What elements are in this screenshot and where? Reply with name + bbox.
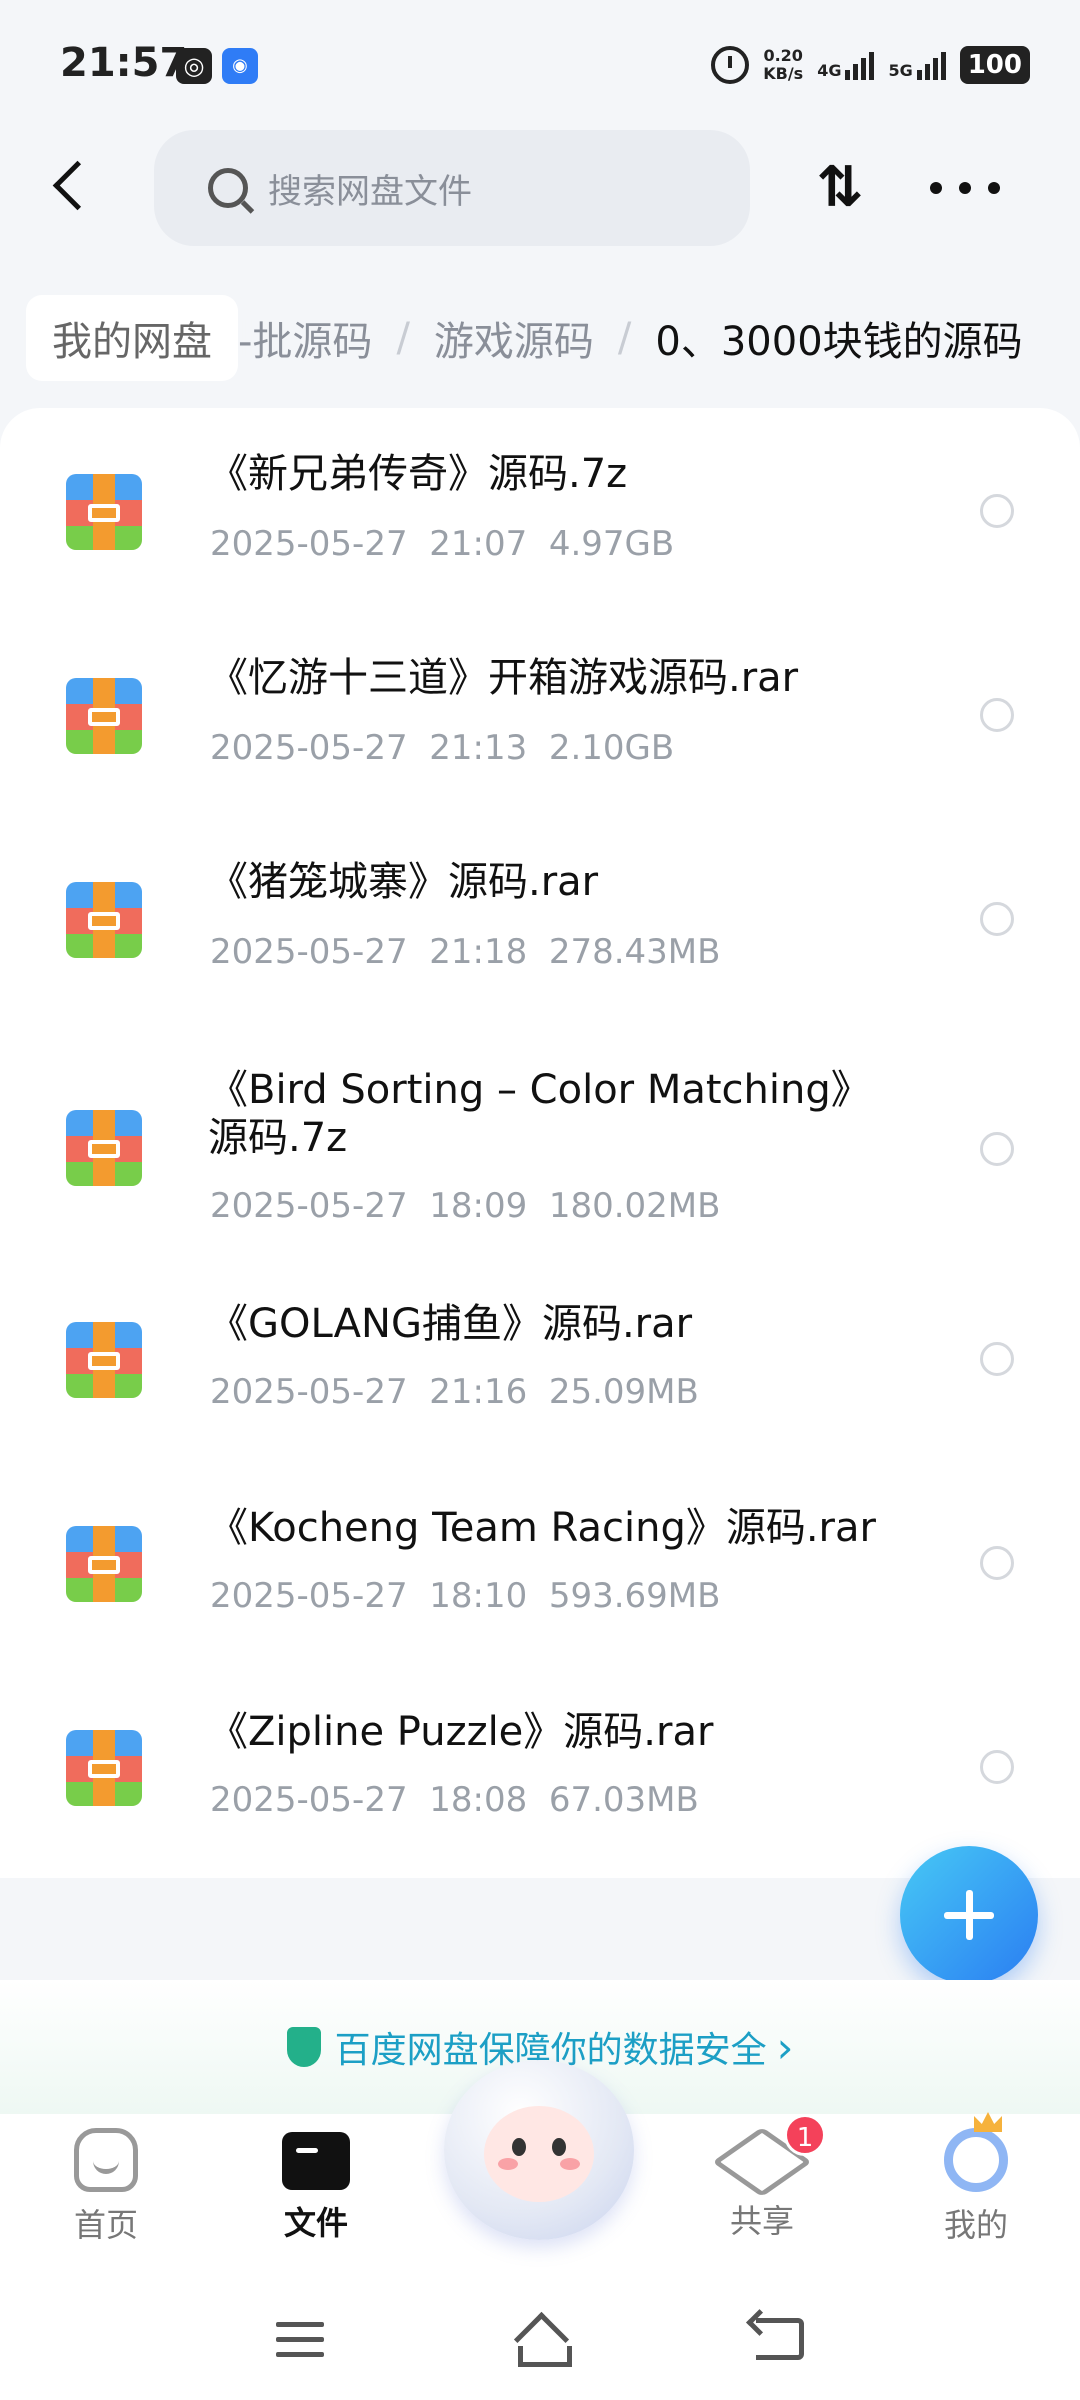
file-name: 《Kocheng Team Racing》源码.rar — [208, 1505, 876, 1551]
home-icon — [74, 2128, 138, 2192]
tab-home-label: 首页 — [73, 2206, 138, 2244]
select-radio[interactable] — [980, 902, 1014, 936]
archive-file-icon — [66, 882, 142, 958]
file-meta: 2025-05-27 21:07 4.97GB — [210, 524, 675, 564]
tab-files[interactable]: 文件 — [246, 2128, 386, 2244]
archive-file-icon — [66, 474, 142, 550]
sort-icon[interactable]: ⇅ — [810, 156, 870, 220]
battery-indicator: 100 — [959, 46, 1030, 84]
select-radio[interactable] — [980, 1132, 1014, 1166]
file-meta: 2025-05-27 18:10 593.69MB — [210, 1576, 721, 1616]
list-item[interactable]: 《Zipline Puzzle》源码.rar 2025-05-27 18:08 … — [0, 1682, 1080, 1886]
file-meta: 2025-05-27 21:16 25.09MB — [210, 1372, 699, 1412]
chevron-right-icon: › — [776, 2022, 794, 2072]
list-item[interactable]: 《猪笼城寨》源码.rar 2025-05-27 21:18 278.43MB — [0, 816, 1080, 1020]
mascot-avatar[interactable] — [434, 2060, 644, 2250]
home-nav-icon[interactable] — [510, 2314, 572, 2367]
file-name: 《忆游十三道》开箱游戏源码.rar — [208, 655, 799, 701]
tab-share-label: 共享 — [729, 2202, 794, 2240]
archive-file-icon — [66, 1730, 142, 1806]
status-right: 0.20 KB/s 4G 5G 100 — [711, 40, 1030, 90]
hotspot-icon: ◉ — [222, 48, 258, 84]
select-radio[interactable] — [980, 698, 1014, 732]
system-nav-bar — [0, 2284, 1080, 2400]
select-radio[interactable] — [980, 1342, 1014, 1376]
breadcrumb-level1[interactable]: -批源码 — [238, 309, 372, 367]
tab-home[interactable]: 首页 — [36, 2128, 176, 2246]
alarm-icon — [711, 46, 750, 84]
file-meta: 2025-05-27 21:18 278.43MB — [210, 932, 721, 972]
tab-me-label: 我的 — [943, 2206, 1008, 2244]
file-meta: 2025-05-27 18:09 180.02MB — [210, 1186, 721, 1226]
network-speed: 0.20 KB/s — [763, 46, 804, 83]
file-name: 《GOLANG捕鱼》源码.rar — [208, 1301, 693, 1347]
list-item[interactable]: 《忆游十三道》开箱游戏源码.rar 2025-05-27 21:13 2.10G… — [0, 612, 1080, 816]
search-icon — [208, 168, 248, 208]
add-button[interactable] — [900, 1846, 1038, 1984]
list-item[interactable]: 《GOLANG捕鱼》源码.rar 2025-05-27 21:16 25.09M… — [0, 1274, 1080, 1478]
file-name: 《新兄弟传奇》源码.7z — [208, 451, 628, 497]
back-nav-icon[interactable] — [756, 2318, 804, 2360]
signal-bars-icon — [916, 50, 946, 80]
breadcrumb-separator: / — [617, 315, 632, 361]
tab-me[interactable]: 我的 — [906, 2128, 1046, 2246]
signal-4g: 4G — [817, 50, 875, 80]
breadcrumb-home[interactable]: 我的网盘 — [26, 295, 238, 381]
menu-icon[interactable] — [276, 2322, 324, 2358]
list-item[interactable]: 《Bird Sorting – Color Matching》源码.7z 202… — [0, 1020, 1080, 1274]
breadcrumb-level2[interactable]: 游戏源码 — [434, 309, 594, 367]
shield-icon — [286, 2027, 321, 2067]
share-badge: 1 — [784, 2114, 826, 2156]
file-meta: 2025-05-27 18:08 67.03MB — [210, 1780, 699, 1820]
breadcrumb: 我的网盘 -批源码 / 游戏源码 / 0、3000块钱的源码 — [0, 290, 1080, 386]
archive-file-icon — [66, 1110, 142, 1186]
back-arrow-icon[interactable] — [46, 158, 96, 218]
more-icon[interactable] — [930, 156, 1000, 220]
app-notification-icon: ◎ — [176, 48, 212, 84]
select-radio[interactable] — [980, 494, 1014, 528]
status-time: 21:57 — [60, 40, 188, 86]
select-radio[interactable] — [980, 1546, 1014, 1580]
file-list: 《新兄弟传奇》源码.7z 2025-05-27 21:07 4.97GB 《忆游… — [0, 408, 1080, 1878]
archive-file-icon — [66, 678, 142, 754]
breadcrumb-current: 0、3000块钱的源码 — [655, 319, 1023, 365]
profile-icon — [944, 2128, 1008, 2192]
list-item[interactable]: 《新兄弟传奇》源码.7z 2025-05-27 21:07 4.97GB — [0, 408, 1080, 612]
folder-icon — [282, 2132, 350, 2190]
file-meta: 2025-05-27 21:13 2.10GB — [210, 728, 675, 768]
tab-files-label: 文件 — [283, 2204, 348, 2242]
archive-file-icon — [66, 1322, 142, 1398]
top-bar: 搜索网盘文件 ⇅ — [0, 126, 1080, 246]
file-name: 《猪笼城寨》源码.rar — [208, 859, 599, 905]
search-input[interactable]: 搜索网盘文件 — [154, 130, 750, 246]
list-item[interactable]: 《Kocheng Team Racing》源码.rar 2025-05-27 1… — [0, 1478, 1080, 1682]
file-name: 《Bird Sorting – Color Matching》源码.7z — [208, 1067, 871, 1161]
select-radio[interactable] — [980, 1750, 1014, 1784]
signal-bars-icon — [845, 50, 875, 80]
file-name: 《Zipline Puzzle》源码.rar — [208, 1709, 714, 1755]
breadcrumb-separator: / — [396, 315, 410, 361]
archive-file-icon — [66, 1526, 142, 1602]
search-placeholder: 搜索网盘文件 — [268, 171, 472, 212]
status-bar: 21:57 ◎ ◉ 0.20 KB/s 4G 5G 100 — [0, 0, 1080, 130]
signal-5g: 5G — [888, 50, 946, 80]
